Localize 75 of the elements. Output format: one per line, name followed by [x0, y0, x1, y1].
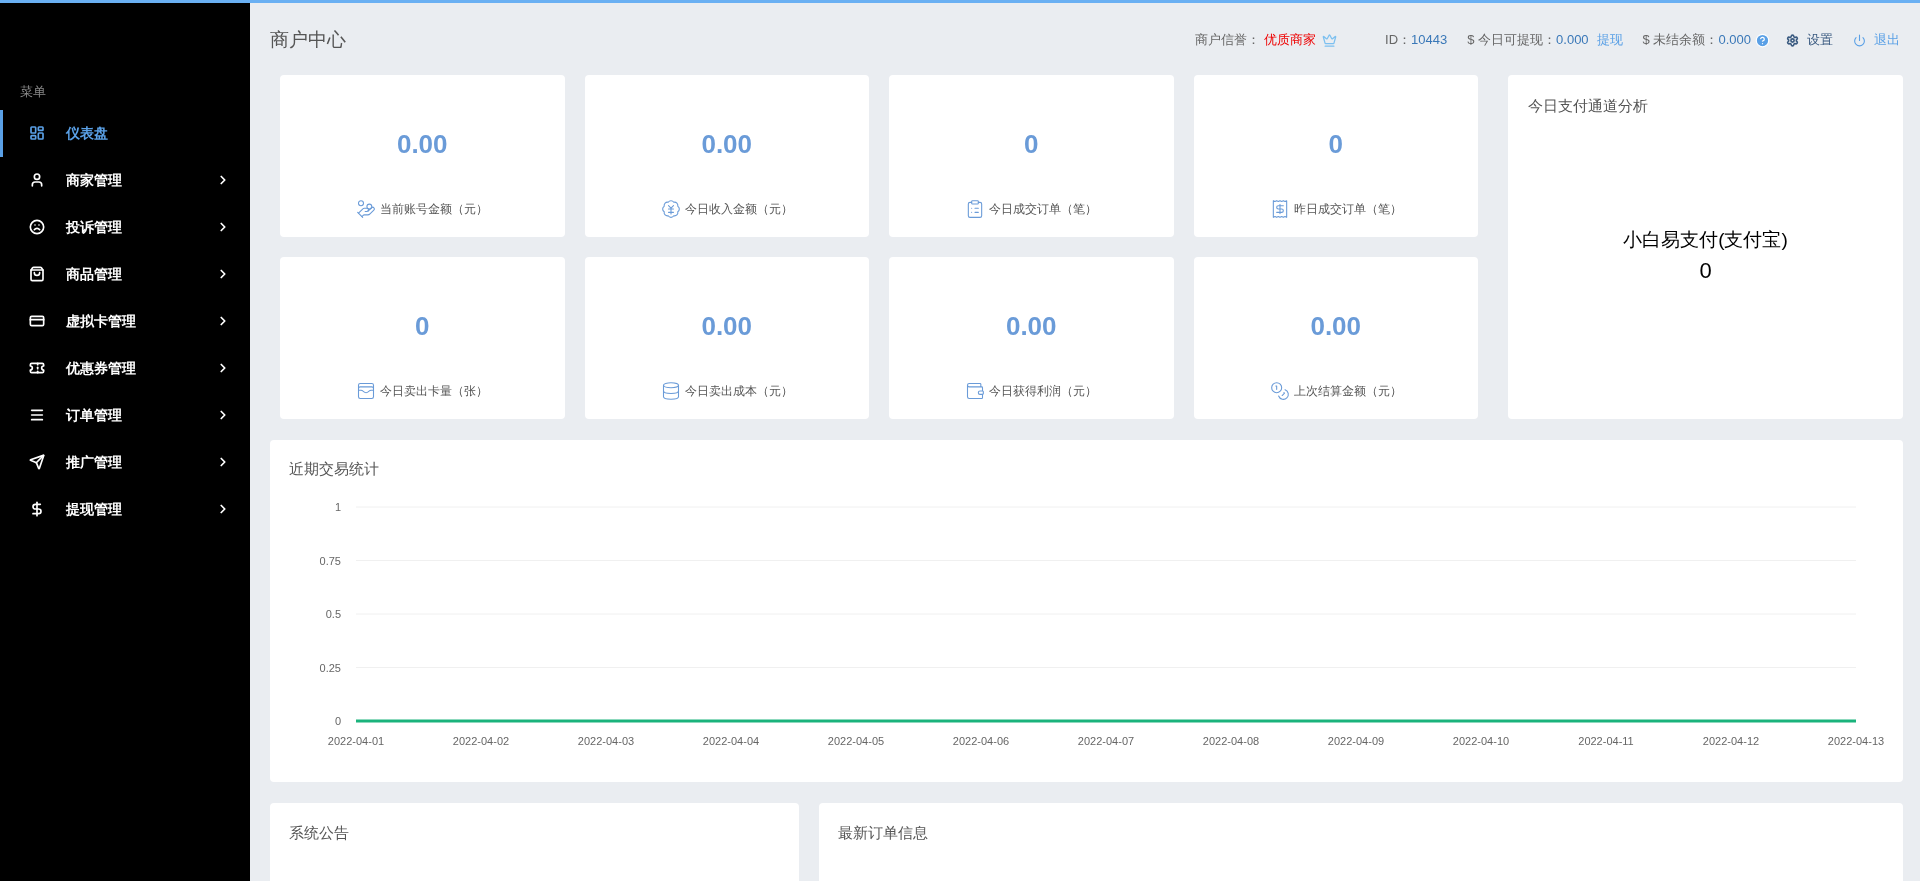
panel-title: 系统公告	[289, 824, 349, 841]
y-tick-label: 0.75	[319, 554, 341, 566]
coin-stack-icon	[660, 381, 681, 401]
channel-count: 0	[1699, 257, 1712, 285]
sidebar-item[interactable]: 提现管理	[0, 485, 250, 533]
stat-label: 今日卖出卡量（张）	[380, 383, 489, 400]
stat-label: 今日获得利润（元）	[989, 383, 1098, 400]
coins-icon	[1269, 381, 1290, 401]
x-tick-label: 2022-04-07	[1077, 734, 1135, 747]
stat-value: 0.00	[1005, 313, 1057, 339]
stat-value: 0.00	[1310, 313, 1362, 339]
stat-label: 昨日成交订单（笔）	[1293, 201, 1402, 218]
x-tick-label: 2022-04-12	[1702, 734, 1760, 747]
withdrawable-value: 0.000	[1556, 31, 1589, 50]
frown-icon	[29, 219, 45, 235]
sidebar-item[interactable]: 商家管理	[0, 156, 250, 204]
stat-value: 0.00	[396, 131, 448, 157]
sidebar-item[interactable]: 推广管理	[0, 438, 250, 486]
sidebar-item[interactable]: 商品管理	[0, 250, 250, 298]
dollar-icon	[29, 501, 45, 517]
y-tick-label: 0.5	[325, 607, 341, 620]
crown-icon	[1322, 32, 1338, 48]
page-title: 商户中心	[270, 27, 347, 52]
x-tick-label: 2022-04-05	[827, 734, 885, 747]
stat-label: 上次结算金额（元）	[1293, 383, 1402, 400]
stat-value: 0	[1328, 131, 1343, 157]
shopping-bag-icon	[29, 266, 45, 282]
stat-value: 0	[1024, 131, 1039, 157]
menu-heading: 菜单	[19, 83, 46, 101]
y-tick-label: 1	[334, 500, 341, 513]
stat-label: 今日收入金额（元）	[684, 201, 793, 218]
ticket-icon	[29, 360, 45, 376]
withdrawable-label: $ 今日可提现：	[1467, 31, 1557, 50]
stat-value: 0	[415, 313, 430, 339]
y-tick-label: 0	[334, 714, 341, 727]
x-tick-label: 2022-04-13	[1827, 734, 1885, 747]
power-icon	[1853, 33, 1866, 47]
x-tick-label: 2022-04-08	[1202, 734, 1260, 747]
stat-value: 0.00	[701, 131, 753, 157]
x-tick-label: 2022-04-10	[1452, 734, 1510, 747]
x-tick-label: 2022-04-09	[1327, 734, 1385, 747]
dashboard-icon	[29, 125, 45, 141]
unsettled-label: $ 未结余额：	[1642, 31, 1719, 50]
settings-icon	[1786, 33, 1799, 47]
x-tick-label: 2022-04-01	[327, 734, 385, 747]
user-icon	[29, 172, 45, 188]
stat-value: 0.00	[701, 313, 753, 339]
id-label: ID：	[1385, 31, 1412, 50]
x-tick-label: 2022-04-03	[577, 734, 635, 747]
wallet-icon	[965, 381, 986, 401]
id-value: 10443	[1411, 31, 1448, 50]
credit-label: 商户信誉：	[1195, 31, 1261, 50]
stat-label: 今日卖出成本（元）	[684, 383, 793, 400]
y-tick-label: 0.25	[319, 661, 341, 673]
list-icon	[29, 407, 45, 423]
sidebar-item[interactable]: 投诉管理	[0, 203, 250, 251]
panel-title: 今日支付通道分析	[1528, 96, 1648, 116]
x-tick-label: 2022-04-04	[702, 734, 760, 747]
settings-button[interactable]: 设置	[1786, 30, 1833, 50]
sidebar-item[interactable]: 虚拟卡管理	[0, 297, 250, 345]
stat-label: 今日成交订单（笔）	[989, 201, 1098, 218]
yen-coin-icon	[660, 199, 681, 219]
stat-label: 当前账号金额（元）	[380, 201, 489, 218]
panel-title: 最新订单信息	[838, 824, 928, 841]
help-icon[interactable]	[1755, 32, 1770, 48]
sidebar-item[interactable]: 订单管理	[0, 391, 250, 439]
credit-value: 优质商家	[1264, 31, 1317, 50]
unsettled-value: 0.000	[1718, 31, 1751, 50]
x-tick-label: 2022-04-06	[952, 734, 1010, 747]
x-tick-label: 2022-04-02	[452, 734, 510, 747]
paper-plane-icon	[29, 454, 45, 470]
sidebar-item[interactable]: 优惠券管理	[0, 344, 250, 392]
channel-name: 小白易支付(支付宝)	[1623, 227, 1788, 252]
panel-title: 近期交易统计	[289, 459, 380, 479]
x-tick-label: 2022-04-11	[1578, 734, 1634, 747]
